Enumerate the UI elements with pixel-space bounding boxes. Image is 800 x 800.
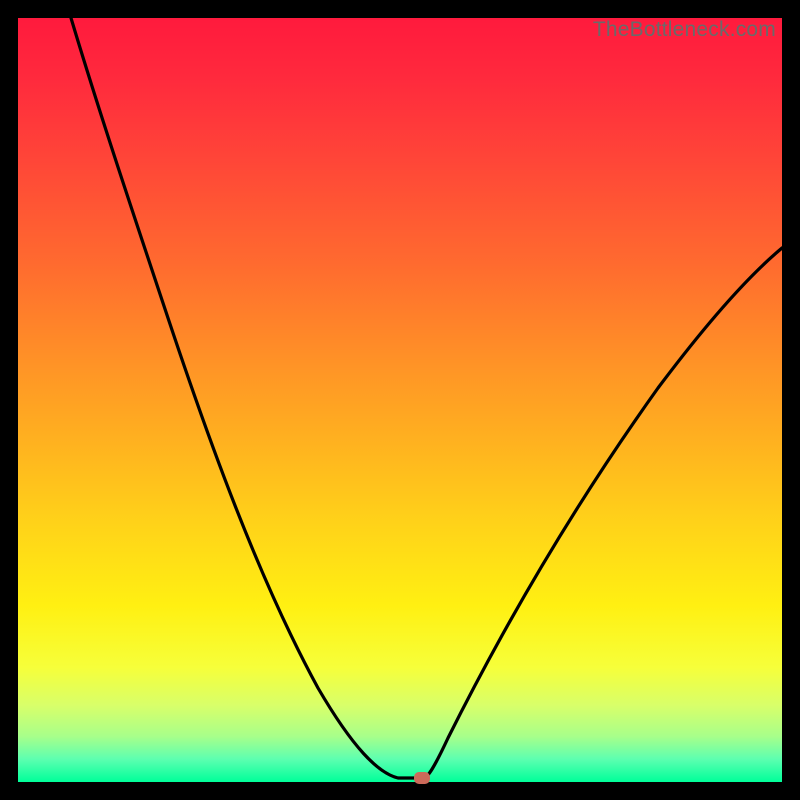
bottleneck-curve [18, 18, 782, 782]
curve-path [71, 18, 782, 778]
plot-area: TheBottleneck.com [18, 18, 782, 782]
chart-frame: TheBottleneck.com [0, 0, 800, 800]
optimum-marker [414, 772, 430, 784]
